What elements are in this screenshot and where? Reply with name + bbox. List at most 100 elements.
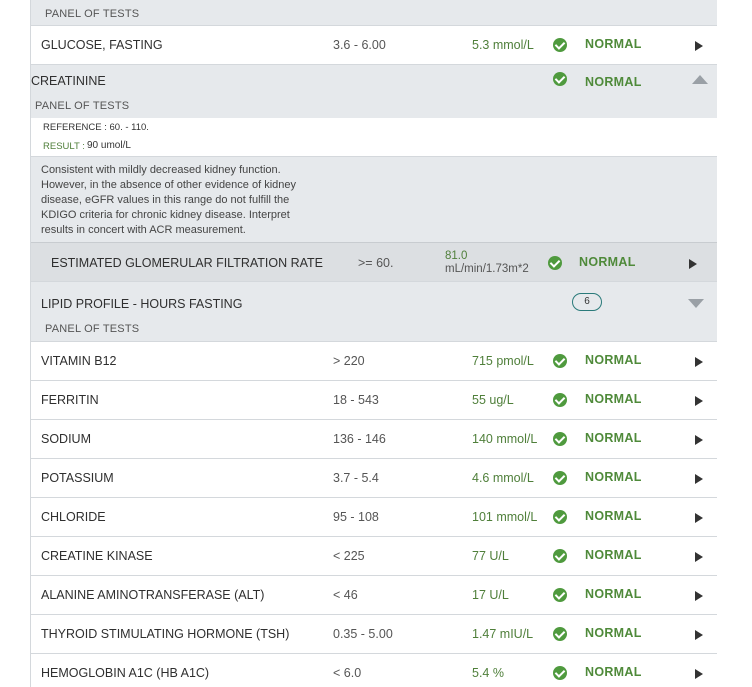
test-result: 17 U/L bbox=[472, 588, 509, 602]
check-icon bbox=[553, 393, 567, 407]
check-icon bbox=[548, 256, 562, 270]
chevron-right-icon[interactable] bbox=[689, 259, 697, 269]
test-result: 5.4 % bbox=[472, 666, 504, 680]
result-value: 90 umol/L bbox=[87, 140, 131, 151]
test-row-egfr[interactable]: ESTIMATED GLOMERULAR FILTRATION RATE >= … bbox=[31, 242, 718, 282]
table-row[interactable]: VITAMIN B12 > 220 715 pmol/L NORMAL bbox=[31, 342, 718, 381]
test-name: VITAMIN B12 bbox=[41, 354, 117, 368]
test-result: 1.47 mIU/L bbox=[472, 627, 534, 641]
check-icon bbox=[553, 627, 567, 641]
status-label: NORMAL bbox=[585, 431, 642, 445]
check-icon bbox=[553, 432, 567, 446]
test-result: 715 pmol/L bbox=[472, 354, 534, 368]
creatinine-details: REFERENCE : 60. - 110. RESULT : 90 umol/… bbox=[31, 118, 718, 157]
test-name: ESTIMATED GLOMERULAR FILTRATION RATE bbox=[51, 256, 324, 270]
test-name: SODIUM bbox=[41, 432, 91, 446]
chevron-right-icon[interactable] bbox=[695, 630, 703, 640]
test-result: 77 U/L bbox=[472, 549, 509, 563]
test-reference: < 225 bbox=[333, 549, 365, 563]
table-row[interactable]: HEMOGLOBIN A1C (HB A1C) < 6.0 5.4 % NORMAL bbox=[31, 654, 718, 687]
chevron-right-icon[interactable] bbox=[695, 591, 703, 601]
status-label: NORMAL bbox=[585, 353, 642, 367]
chevron-right-icon[interactable] bbox=[695, 396, 703, 406]
test-name: CREATINE KINASE bbox=[41, 549, 153, 563]
table-row[interactable]: SODIUM 136 - 146 140 mmol/L NORMAL bbox=[31, 420, 718, 459]
status-label: NORMAL bbox=[585, 665, 642, 679]
table-row[interactable]: THYROID STIMULATING HORMONE (TSH) 0.35 - … bbox=[31, 615, 718, 654]
table-row[interactable]: ALANINE AMINOTRANSFERASE (ALT) < 46 17 U/L… bbox=[31, 576, 718, 615]
test-row-creatinine[interactable]: CREATININE NORMAL bbox=[31, 65, 718, 95]
panel-label: PANEL OF TESTS bbox=[35, 100, 130, 112]
table-row[interactable]: POTASSIUM 3.7 - 5.4 4.6 mmol/L NORMAL bbox=[31, 459, 718, 498]
test-result-unit: mL/min/1.73m*2 bbox=[445, 263, 529, 275]
check-icon bbox=[553, 471, 567, 485]
chevron-right-icon[interactable] bbox=[695, 357, 703, 367]
test-reference: 0.35 - 5.00 bbox=[333, 627, 393, 641]
test-reference: > 220 bbox=[333, 354, 365, 368]
status-label: NORMAL bbox=[585, 548, 642, 562]
table-row[interactable]: FERRITIN 18 - 543 55 ug/L NORMAL bbox=[31, 381, 718, 420]
chevron-down-icon[interactable] bbox=[688, 299, 704, 308]
interpretive-note: Consistent with mildly decreased kidney … bbox=[41, 164, 296, 236]
chevron-right-icon[interactable] bbox=[695, 435, 703, 445]
chevron-right-icon[interactable] bbox=[695, 474, 703, 484]
status-label: NORMAL bbox=[585, 587, 642, 601]
panel-label: PANEL OF TESTS bbox=[45, 323, 140, 335]
check-icon bbox=[553, 72, 567, 86]
test-reference: >= 60. bbox=[358, 256, 394, 270]
test-name: POTASSIUM bbox=[41, 471, 114, 485]
status-label: NORMAL bbox=[585, 470, 642, 484]
count-badge: 6 bbox=[572, 293, 602, 311]
test-result: 101 mmol/L bbox=[472, 510, 538, 524]
chevron-right-icon[interactable] bbox=[695, 552, 703, 562]
status-label: NORMAL bbox=[585, 509, 642, 523]
lab-results-panel: PANEL OF TESTS GLUCOSE, FASTING 3.6 - 6.… bbox=[30, 0, 719, 687]
creatinine-panel-header: PANEL OF TESTS bbox=[31, 95, 718, 118]
status-label: NORMAL bbox=[585, 392, 642, 406]
chevron-right-icon[interactable] bbox=[695, 513, 703, 523]
check-icon bbox=[553, 38, 567, 52]
test-name: THYROID STIMULATING HORMONE (TSH) bbox=[41, 627, 290, 641]
check-icon bbox=[553, 588, 567, 602]
chevron-right-icon[interactable] bbox=[695, 669, 703, 679]
chevron-right-icon[interactable] bbox=[695, 41, 703, 51]
test-reference: 95 - 108 bbox=[333, 510, 379, 524]
test-reference: 3.7 - 5.4 bbox=[333, 471, 379, 485]
check-icon bbox=[553, 549, 567, 563]
reference-text: REFERENCE : 60. - 110. bbox=[43, 122, 149, 133]
test-result-value: 81.0 bbox=[445, 250, 468, 262]
test-reference: 18 - 543 bbox=[333, 393, 379, 407]
chevron-up-icon[interactable] bbox=[692, 75, 708, 84]
test-name: LIPID PROFILE - HOURS FASTING bbox=[41, 297, 243, 311]
table-row[interactable]: CHLORIDE 95 - 108 101 mmol/L NORMAL bbox=[31, 498, 718, 537]
test-name: FERRITIN bbox=[41, 393, 99, 407]
test-reference: 3.6 - 6.00 bbox=[333, 38, 386, 52]
test-result: 4.6 mmol/L bbox=[472, 471, 534, 485]
table-row[interactable]: CREATINE KINASE < 225 77 U/L NORMAL bbox=[31, 537, 718, 576]
panel-header: PANEL OF TESTS bbox=[31, 0, 718, 26]
status-label: NORMAL bbox=[579, 255, 636, 269]
check-icon bbox=[553, 354, 567, 368]
status-label: NORMAL bbox=[585, 626, 642, 640]
test-name: GLUCOSE, FASTING bbox=[41, 38, 163, 52]
test-reference: 136 - 146 bbox=[333, 432, 386, 446]
test-name: CHLORIDE bbox=[41, 510, 106, 524]
panel-label: PANEL OF TESTS bbox=[45, 8, 140, 20]
status-label: NORMAL bbox=[585, 75, 642, 89]
test-name: HEMOGLOBIN A1C (HB A1C) bbox=[41, 666, 210, 680]
test-reference: < 46 bbox=[333, 588, 358, 602]
check-icon bbox=[553, 666, 567, 680]
creatinine-note: Consistent with mildly decreased kidney … bbox=[31, 157, 718, 242]
test-name: ALANINE AMINOTRANSFERASE (ALT) bbox=[41, 588, 265, 602]
test-result: 5.3 mmol/L bbox=[472, 38, 534, 52]
status-label: NORMAL bbox=[585, 37, 642, 51]
check-icon bbox=[553, 510, 567, 524]
test-result: 140 mmol/L bbox=[472, 432, 538, 446]
test-row-glucose[interactable]: GLUCOSE, FASTING 3.6 - 6.00 5.3 mmol/L N… bbox=[31, 26, 718, 65]
page-margin bbox=[717, 0, 752, 687]
test-row-lipid-profile[interactable]: LIPID PROFILE - HOURS FASTING 6 PANEL OF… bbox=[31, 282, 718, 342]
test-name: CREATININE bbox=[31, 74, 106, 88]
test-reference: < 6.0 bbox=[333, 666, 362, 680]
test-result: 55 ug/L bbox=[472, 393, 514, 407]
result-label: RESULT : bbox=[43, 141, 85, 152]
